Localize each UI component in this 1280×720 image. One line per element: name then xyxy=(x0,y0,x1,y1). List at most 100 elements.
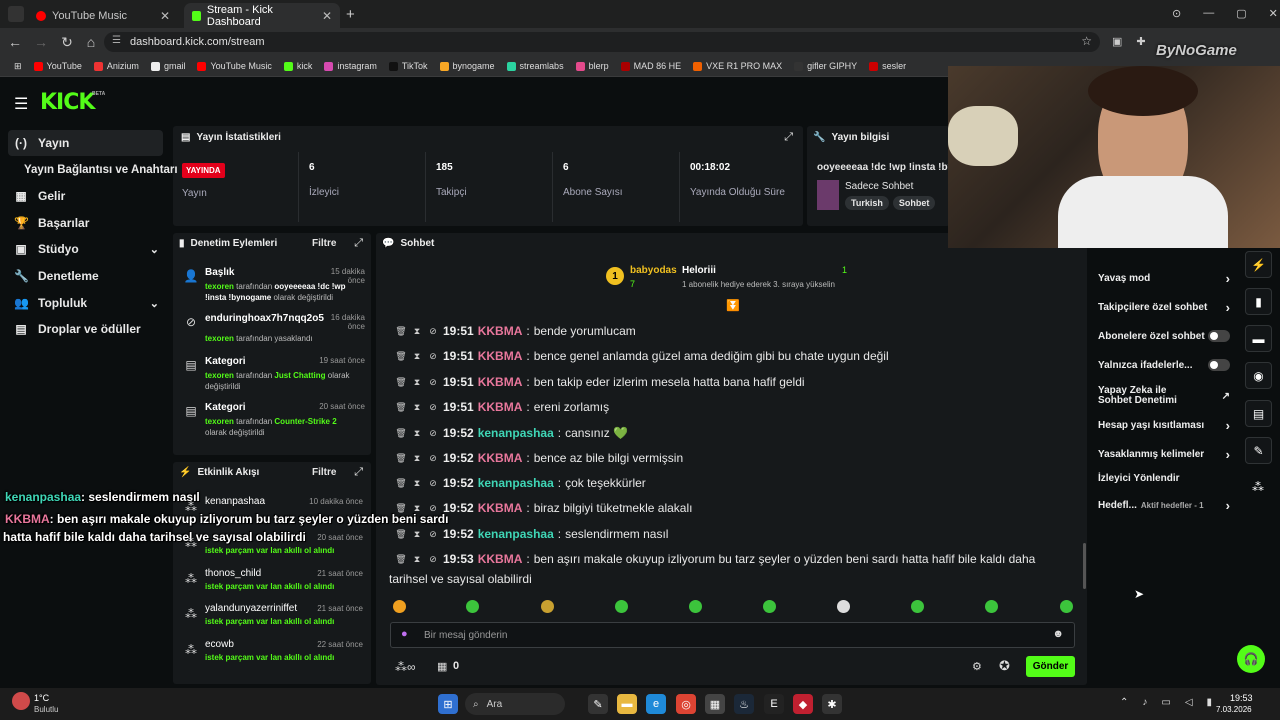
maximize-button[interactable]: ▢ xyxy=(1236,7,1246,20)
bookmark-item[interactable]: bynogame xyxy=(434,61,501,71)
timeout-icon[interactable]: ⧗ xyxy=(411,503,423,514)
chat-username[interactable]: KKBMA xyxy=(478,501,523,515)
site-info-icon[interactable]: ☰ xyxy=(112,35,121,46)
toggle-switch[interactable] xyxy=(1208,359,1230,371)
bookmark-star-icon[interactable]: ☆ xyxy=(1081,34,1092,48)
activity-user[interactable]: thonos_child xyxy=(205,568,261,579)
bookmark-item[interactable]: MAD 86 HE xyxy=(615,61,688,71)
bookmark-item[interactable]: gmail xyxy=(145,61,192,71)
lightning-icon[interactable]: ⚡ xyxy=(1245,251,1272,278)
ban-icon[interactable]: ⊘ xyxy=(427,377,439,388)
chat-setting[interactable]: Hedefl... Aktif hedefler - 1 › xyxy=(1098,498,1230,513)
bookmark-item[interactable]: YouTube Music xyxy=(191,61,277,71)
broadcast-icon[interactable]: ◉ xyxy=(1245,362,1272,389)
profile-icon[interactable]: ⊙ xyxy=(1172,7,1181,20)
sidebar-item[interactable]: Yayın Bağlantısı ve Anahtarı xyxy=(18,157,188,183)
ban-icon[interactable]: ⊘ xyxy=(427,554,439,565)
emote-icon[interactable] xyxy=(763,600,776,613)
activity-user[interactable]: ecowb xyxy=(205,639,234,650)
ban-icon[interactable]: ⊘ xyxy=(427,402,439,413)
minimize-button[interactable]: — xyxy=(1203,7,1214,20)
timeout-icon[interactable]: ⧗ xyxy=(411,529,423,540)
gear-icon[interactable]: ⚙ xyxy=(972,660,982,673)
tag[interactable]: Sohbet xyxy=(892,196,936,210)
epic-games-icon[interactable]: E xyxy=(764,694,784,714)
chat-username[interactable]: KKBMA xyxy=(478,400,523,414)
volume-icon[interactable]: ◁ xyxy=(1185,697,1193,708)
settings-icon[interactable]: ✪ xyxy=(999,658,1010,674)
timeout-icon[interactable]: ⧗ xyxy=(411,377,423,388)
timeout-icon[interactable]: ⧗ xyxy=(411,402,423,413)
reload-icon[interactable]: ↻ xyxy=(56,34,78,51)
bookmark-item[interactable]: blerp xyxy=(570,61,615,71)
leaderboard-user[interactable]: Heloriii xyxy=(682,265,716,276)
expand-icon[interactable]: ⤢ xyxy=(784,131,793,144)
steam-icon[interactable]: ♨ xyxy=(734,694,754,714)
tag[interactable]: Turkish xyxy=(845,196,889,210)
timeout-icon[interactable]: ⧗ xyxy=(411,478,423,489)
chat-setting[interactable]: Abonelere özel sohbet xyxy=(1098,330,1230,342)
emote-icon[interactable] xyxy=(541,600,554,613)
bookmark-item[interactable]: Anizium xyxy=(88,61,145,71)
filter-button[interactable]: Filtre xyxy=(312,238,336,249)
chat-setting[interactable]: Hesap yaşı kısıtlaması › xyxy=(1098,418,1230,433)
chat-input[interactable]: ● Bir mesaj gönderin ☻ xyxy=(390,622,1075,648)
store-icon[interactable]: ▦ xyxy=(437,660,447,673)
emoji-icon[interactable]: ☻ xyxy=(1052,628,1064,640)
chat-username[interactable]: KKBMA xyxy=(478,324,523,338)
leaderboard-user[interactable]: babyodas xyxy=(630,265,677,276)
extension-icon[interactable]: ▣ xyxy=(1112,35,1122,48)
mic-icon[interactable]: ♪ xyxy=(1142,697,1147,708)
emote-icon[interactable] xyxy=(615,600,628,613)
bookmark-item[interactable]: sesler xyxy=(863,61,912,71)
ban-icon[interactable]: ⊘ xyxy=(427,503,439,514)
scroll-down-icon[interactable]: ⏬ xyxy=(726,299,740,312)
chat-username[interactable]: KKBMA xyxy=(478,375,523,389)
sidebar-item[interactable]: 👥 Topluluk ⌄ xyxy=(8,290,163,316)
emote-icon[interactable] xyxy=(837,600,850,613)
menu-icon[interactable]: ☰ xyxy=(14,94,28,114)
sidebar-item[interactable]: ▤ Droplar ve ödüller xyxy=(8,316,163,342)
bookmark-item[interactable]: YouTube xyxy=(28,61,88,71)
app-icon[interactable]: ✎ xyxy=(588,694,608,714)
emote-icon[interactable] xyxy=(1060,600,1073,613)
activity-user[interactable]: yalandunyazerriniffet xyxy=(205,603,297,614)
trash-icon[interactable]: 🗑 xyxy=(395,503,407,514)
chat-username[interactable]: KKBMA xyxy=(478,349,523,363)
bookmark-item[interactable]: gifler GIPHY xyxy=(788,61,863,71)
timeout-icon[interactable]: ⧗ xyxy=(411,326,423,337)
home-icon[interactable]: ⌂ xyxy=(80,34,102,50)
bookmark-item[interactable]: TikTok xyxy=(383,61,434,71)
app-icon[interactable]: ◆ xyxy=(793,694,813,714)
chat-username[interactable]: KKBMA xyxy=(478,552,523,566)
trash-icon[interactable]: 🗑 xyxy=(395,478,407,489)
edge-icon[interactable]: e xyxy=(646,694,666,714)
ban-icon[interactable]: ⊘ xyxy=(427,529,439,540)
emote-icon[interactable] xyxy=(393,600,406,613)
trash-icon[interactable]: 🗑 xyxy=(395,377,407,388)
ban-icon[interactable]: ⊘ xyxy=(427,478,439,489)
trash-icon[interactable]: 🗑 xyxy=(395,529,407,540)
ban-icon[interactable]: ⊘ xyxy=(427,351,439,362)
weather-temp[interactable]: 1°C xyxy=(34,693,49,703)
tab-menu-button[interactable] xyxy=(8,6,24,22)
ban-icon[interactable]: ⊘ xyxy=(427,326,439,337)
trash-icon[interactable]: 🗑 xyxy=(395,554,407,565)
sidebar-item[interactable]: 🏆 Başarılar xyxy=(8,210,163,236)
support-button[interactable]: 🎧 xyxy=(1237,645,1265,673)
bookmark-item[interactable]: instagram xyxy=(318,61,383,71)
sidebar-item[interactable]: (·) Yayın xyxy=(8,130,163,156)
chevron-up-icon[interactable]: ⌃ xyxy=(1120,697,1128,708)
forward-icon[interactable]: → xyxy=(30,34,52,50)
chat-bubble-icon[interactable]: ▬ xyxy=(1245,325,1272,352)
ban-icon[interactable]: ⊘ xyxy=(427,428,439,439)
tab-youtube-music[interactable]: YouTube Music ✕ xyxy=(28,3,178,28)
tab-kick-dashboard[interactable]: Stream - Kick Dashboard ✕ xyxy=(184,3,340,28)
emote-icon[interactable] xyxy=(985,600,998,613)
windows-start-icon[interactable]: ⊞ xyxy=(438,694,458,714)
clock-time[interactable]: 19:53 xyxy=(1230,693,1253,703)
activity-user[interactable]: kenanpashaa xyxy=(205,496,265,507)
window-close-button[interactable]: ✕ xyxy=(1269,7,1278,20)
battery-icon[interactable]: ▮ xyxy=(1207,697,1213,708)
filter-button[interactable]: Filtre xyxy=(312,467,336,478)
